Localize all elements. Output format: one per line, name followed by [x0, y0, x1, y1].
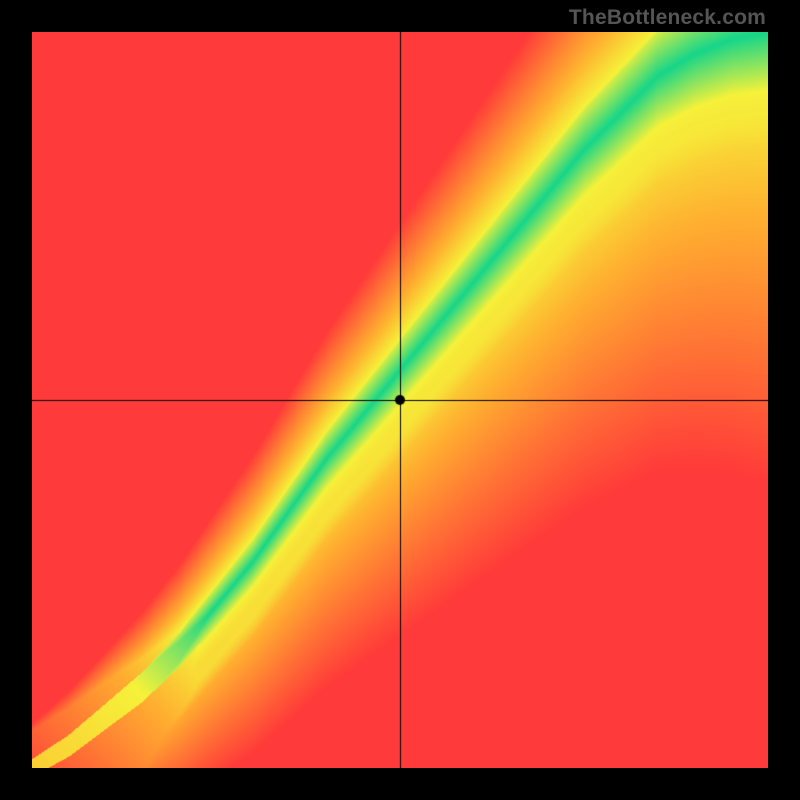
chart-frame: TheBottleneck.com [0, 0, 800, 800]
heatmap-plot [32, 32, 768, 768]
heatmap-canvas [32, 32, 768, 768]
watermark-text: TheBottleneck.com [569, 6, 766, 30]
